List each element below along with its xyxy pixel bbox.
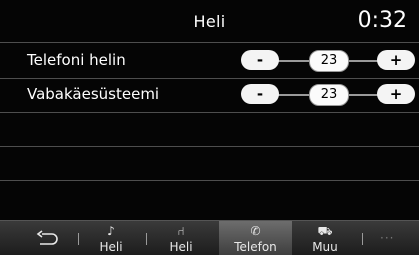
clock: 0:32 — [357, 8, 407, 33]
seat-icon: ⑁ — [177, 224, 185, 238]
phone-icon: ✆ — [250, 224, 261, 238]
increase-button[interactable]: + — [377, 50, 415, 70]
more-icon[interactable]: ··· — [380, 231, 394, 245]
tab-telefon[interactable]: ✆ Telefon — [219, 221, 292, 255]
screen: Heli 0:32 Telefoni helin - 23 + Vabakäes… — [0, 0, 419, 255]
back-arrow-icon — [36, 230, 58, 245]
volume-value: 23 — [309, 84, 349, 106]
decrease-button[interactable]: - — [241, 84, 279, 104]
tab-label: Telefon — [234, 240, 277, 254]
back-button[interactable] — [30, 226, 64, 252]
tab-divider — [78, 233, 79, 245]
divider — [0, 146, 419, 147]
divider — [0, 42, 419, 43]
setting-row-phone-ringtone: Telefoni helin - 23 + — [0, 44, 419, 78]
divider — [0, 112, 419, 113]
tab-label: Muu — [312, 240, 338, 254]
tab-divider — [146, 233, 147, 245]
setting-label: Telefoni helin — [27, 51, 126, 69]
header: Heli 0:32 — [0, 0, 419, 42]
decrease-button[interactable]: - — [241, 50, 279, 70]
setting-label: Vabakäesüsteemi — [27, 85, 160, 103]
page-title: Heli — [193, 12, 226, 31]
increase-button[interactable]: + — [377, 84, 415, 104]
tab-label: Heli — [169, 240, 193, 254]
volume-stepper: - 23 + — [241, 84, 415, 106]
tab-heli-music[interactable]: ♪ Heli — [86, 221, 136, 255]
music-note-icon: ♪ — [107, 224, 115, 238]
setting-row-handsfree: Vabakäesüsteemi - 23 + — [0, 78, 419, 112]
volume-stepper: - 23 + — [241, 50, 415, 72]
tab-label: Heli — [99, 240, 123, 254]
tab-muu[interactable]: ⛟ Muu — [300, 221, 350, 255]
tab-divider — [362, 233, 363, 245]
volume-value: 23 — [309, 50, 349, 72]
tab-heli-seat[interactable]: ⑁ Heli — [156, 221, 206, 255]
car-icon: ⛟ — [317, 224, 333, 238]
bottom-nav-bar: ♪ Heli ⑁ Heli ✆ Telefon ⛟ Muu ··· — [0, 220, 419, 255]
divider — [0, 180, 419, 181]
